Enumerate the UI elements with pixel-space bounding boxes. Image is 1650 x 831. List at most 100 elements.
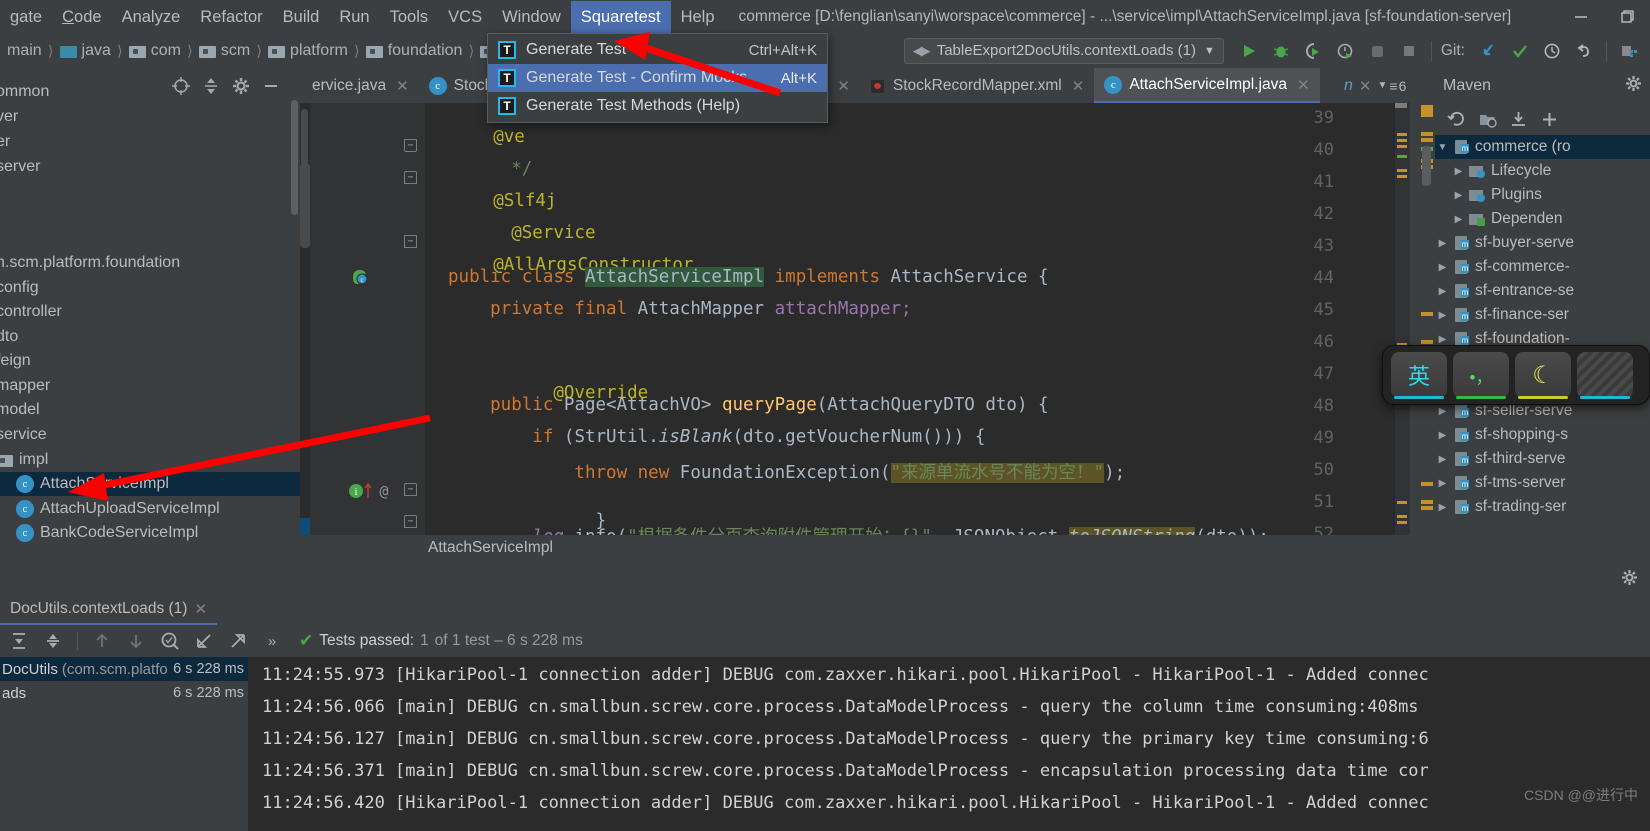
- tree-item-mapper[interactable]: mapper: [0, 374, 50, 398]
- gear-icon[interactable]: [1621, 569, 1638, 591]
- chevron-right-icon[interactable]: ▶: [1437, 478, 1448, 489]
- chevron-right-icon[interactable]: ▶: [1453, 214, 1464, 225]
- history-icon[interactable]: [1537, 38, 1567, 64]
- tree-item-impl[interactable]: impl: [0, 448, 48, 472]
- tree-item-AttachServiceImpl[interactable]: c AttachServiceImpl: [0, 472, 300, 496]
- add-icon[interactable]: [1538, 108, 1560, 130]
- menu-item-tools[interactable]: Tools: [380, 1, 439, 33]
- menu-item-analyze[interactable]: Analyze: [112, 1, 191, 33]
- editor-tab-StockRecordMapper-xml[interactable]: StockRecordMapper.xml ✕: [860, 68, 1094, 103]
- rollback-icon[interactable]: [1569, 38, 1599, 64]
- language-mode-key[interactable]: 英: [1391, 352, 1447, 399]
- tree-item-er[interactable]: er: [0, 130, 10, 154]
- gear-icon[interactable]: [228, 73, 254, 99]
- maven-scrollbar[interactable]: [1422, 146, 1431, 186]
- breadcrumb-item-java[interactable]: java: [57, 42, 114, 60]
- hide-panel-icon[interactable]: [258, 73, 284, 99]
- maven-item-sf-tms-server[interactable]: ▶ sf-tms-server: [1435, 471, 1650, 495]
- debug-icon[interactable]: [1266, 38, 1296, 64]
- breadcrumb-item-main[interactable]: main: [4, 42, 45, 60]
- maven-item-sf-trading-server[interactable]: ▶ sf-trading-ser: [1435, 495, 1650, 519]
- menu-item-build[interactable]: Build: [273, 1, 330, 33]
- download-sources-icon[interactable]: [1507, 108, 1529, 130]
- maven-item-sf-buyer-server[interactable]: ▶ sf-buyer-serve: [1435, 231, 1650, 255]
- chevron-right-icon[interactable]: ▶: [1453, 166, 1464, 177]
- run-tab-contextLoads[interactable]: DocUtils.contextLoads (1) ✕: [0, 595, 218, 625]
- fourth-key[interactable]: [1577, 352, 1633, 399]
- chevron-right-icon[interactable]: ▶: [1437, 454, 1448, 465]
- close-icon[interactable]: ✕: [1359, 77, 1372, 95]
- maven-item-sf-finance-server[interactable]: ▶ sf-finance-ser: [1435, 303, 1650, 327]
- project-pane-scrollbar[interactable]: [291, 100, 298, 215]
- gear-icon[interactable]: [1625, 75, 1642, 97]
- fold-marker[interactable]: −: [404, 235, 417, 248]
- collapse-all-icon[interactable]: [198, 73, 224, 99]
- collapse-all-icon[interactable]: [40, 628, 66, 654]
- chevron-right-icon[interactable]: ▶: [1437, 238, 1448, 249]
- maven-item-sf-commerce[interactable]: ▶ sf-commerce-: [1435, 255, 1650, 279]
- minimize-icon[interactable]: [1558, 0, 1604, 33]
- maven-item-plugins[interactable]: ▶ Plugins: [1435, 183, 1650, 207]
- breadcrumb-item-platform[interactable]: platform: [265, 42, 351, 60]
- more-icon[interactable]: »: [259, 628, 285, 654]
- test-tree-row-DocUtils[interactable]: DocUtils (com.scm.platfo 6 s 228 ms: [0, 657, 248, 681]
- moon-key[interactable]: ☾: [1515, 352, 1571, 399]
- class-marker-icon[interactable]: c: [349, 267, 369, 292]
- override-icon[interactable]: i @: [348, 481, 404, 506]
- tree-item-controller[interactable]: controller: [0, 300, 62, 324]
- chevron-right-icon[interactable]: ▶: [1437, 310, 1448, 321]
- tree-item-package-foundation[interactable]: n.scm.platform.foundation: [0, 251, 180, 275]
- show-passed-icon[interactable]: [157, 628, 183, 654]
- tree-item-BankCodeServiceImpl[interactable]: c BankCodeServiceImpl: [0, 521, 198, 545]
- tree-item-model[interactable]: model: [0, 398, 40, 422]
- maven-item-commerce[interactable]: ▼ commerce (ro: [1435, 135, 1650, 159]
- maven-item-sf-third-server[interactable]: ▶ sf-third-serve: [1435, 447, 1650, 471]
- run-with-coverage-icon[interactable]: [1298, 38, 1328, 64]
- menu-item-run[interactable]: Run: [329, 1, 379, 33]
- menu-item-refactor[interactable]: Refactor: [190, 1, 272, 33]
- tree-item-ver[interactable]: ver: [0, 105, 18, 129]
- locate-file-icon[interactable]: [168, 73, 194, 99]
- maven-item-sf-entrance-server[interactable]: ▶ sf-entrance-se: [1435, 279, 1650, 303]
- test-results-tree[interactable]: DocUtils (com.scm.platfo 6 s 228 ms ads …: [0, 657, 248, 831]
- ime-status-popup[interactable]: 英 •， ☾: [1382, 345, 1650, 405]
- prev-failed-icon[interactable]: [89, 628, 115, 654]
- chevron-down-icon[interactable]: ▼: [1437, 142, 1448, 153]
- tree-item-feign[interactable]: feign: [0, 349, 31, 373]
- chevron-right-icon[interactable]: ▶: [1437, 502, 1448, 513]
- punctuation-mode-key[interactable]: •，: [1453, 352, 1509, 399]
- close-icon[interactable]: ✕: [1072, 77, 1085, 95]
- menu-item-generate-test-confirm-mocks[interactable]: T Generate Test - Confirm Mocks Alt+K: [488, 64, 827, 92]
- chevron-right-icon[interactable]: ▶: [1437, 334, 1448, 345]
- tree-item-service[interactable]: service: [0, 423, 47, 447]
- export-tests-icon[interactable]: [225, 628, 251, 654]
- error-stripe-panel[interactable]: [1395, 103, 1410, 535]
- fold-marker[interactable]: −: [404, 483, 417, 496]
- editor-scrollbar-thumb[interactable]: [300, 163, 310, 248]
- maven-item-dependencies[interactable]: ▶ Dependen: [1435, 207, 1650, 231]
- editor-tab-AttachServiceImpl-java[interactable]: c AttachServiceImpl.java ✕: [1094, 68, 1320, 103]
- next-failed-icon[interactable]: [123, 628, 149, 654]
- tree-item-server[interactable]: server: [0, 155, 40, 179]
- breadcrumb-item-scm[interactable]: scm: [196, 42, 253, 60]
- tree-item-AttachUploadServiceImpl[interactable]: c AttachUploadServiceImpl: [0, 497, 220, 521]
- menu-item-navigate[interactable]: gate: [0, 1, 52, 33]
- close-icon[interactable]: ✕: [1297, 76, 1310, 94]
- attach-debugger-icon[interactable]: [1362, 38, 1392, 64]
- reimport-icon[interactable]: [1445, 108, 1467, 130]
- breadcrumb-item-foundation[interactable]: foundation: [363, 42, 466, 60]
- console-output[interactable]: 11:24:55.973 [HikariPool-1 connection ad…: [248, 657, 1650, 831]
- project-structure-icon[interactable]: [1614, 38, 1644, 64]
- close-icon[interactable]: ✕: [396, 77, 409, 95]
- import-tests-icon[interactable]: [191, 628, 217, 654]
- fold-marker[interactable]: −: [404, 139, 417, 152]
- update-project-icon[interactable]: [1473, 38, 1503, 64]
- fold-marker[interactable]: −: [404, 171, 417, 184]
- tree-item-dto[interactable]: dto: [0, 325, 18, 349]
- menu-item-code[interactable]: Code: [52, 1, 111, 33]
- editor-gutter[interactable]: [310, 103, 425, 535]
- menu-item-generate-test[interactable]: T Generate Test Ctrl+Alt+K: [488, 36, 827, 64]
- menu-item-window[interactable]: Window: [492, 1, 571, 33]
- close-icon[interactable]: ✕: [194, 600, 207, 618]
- run-icon[interactable]: [1234, 38, 1264, 64]
